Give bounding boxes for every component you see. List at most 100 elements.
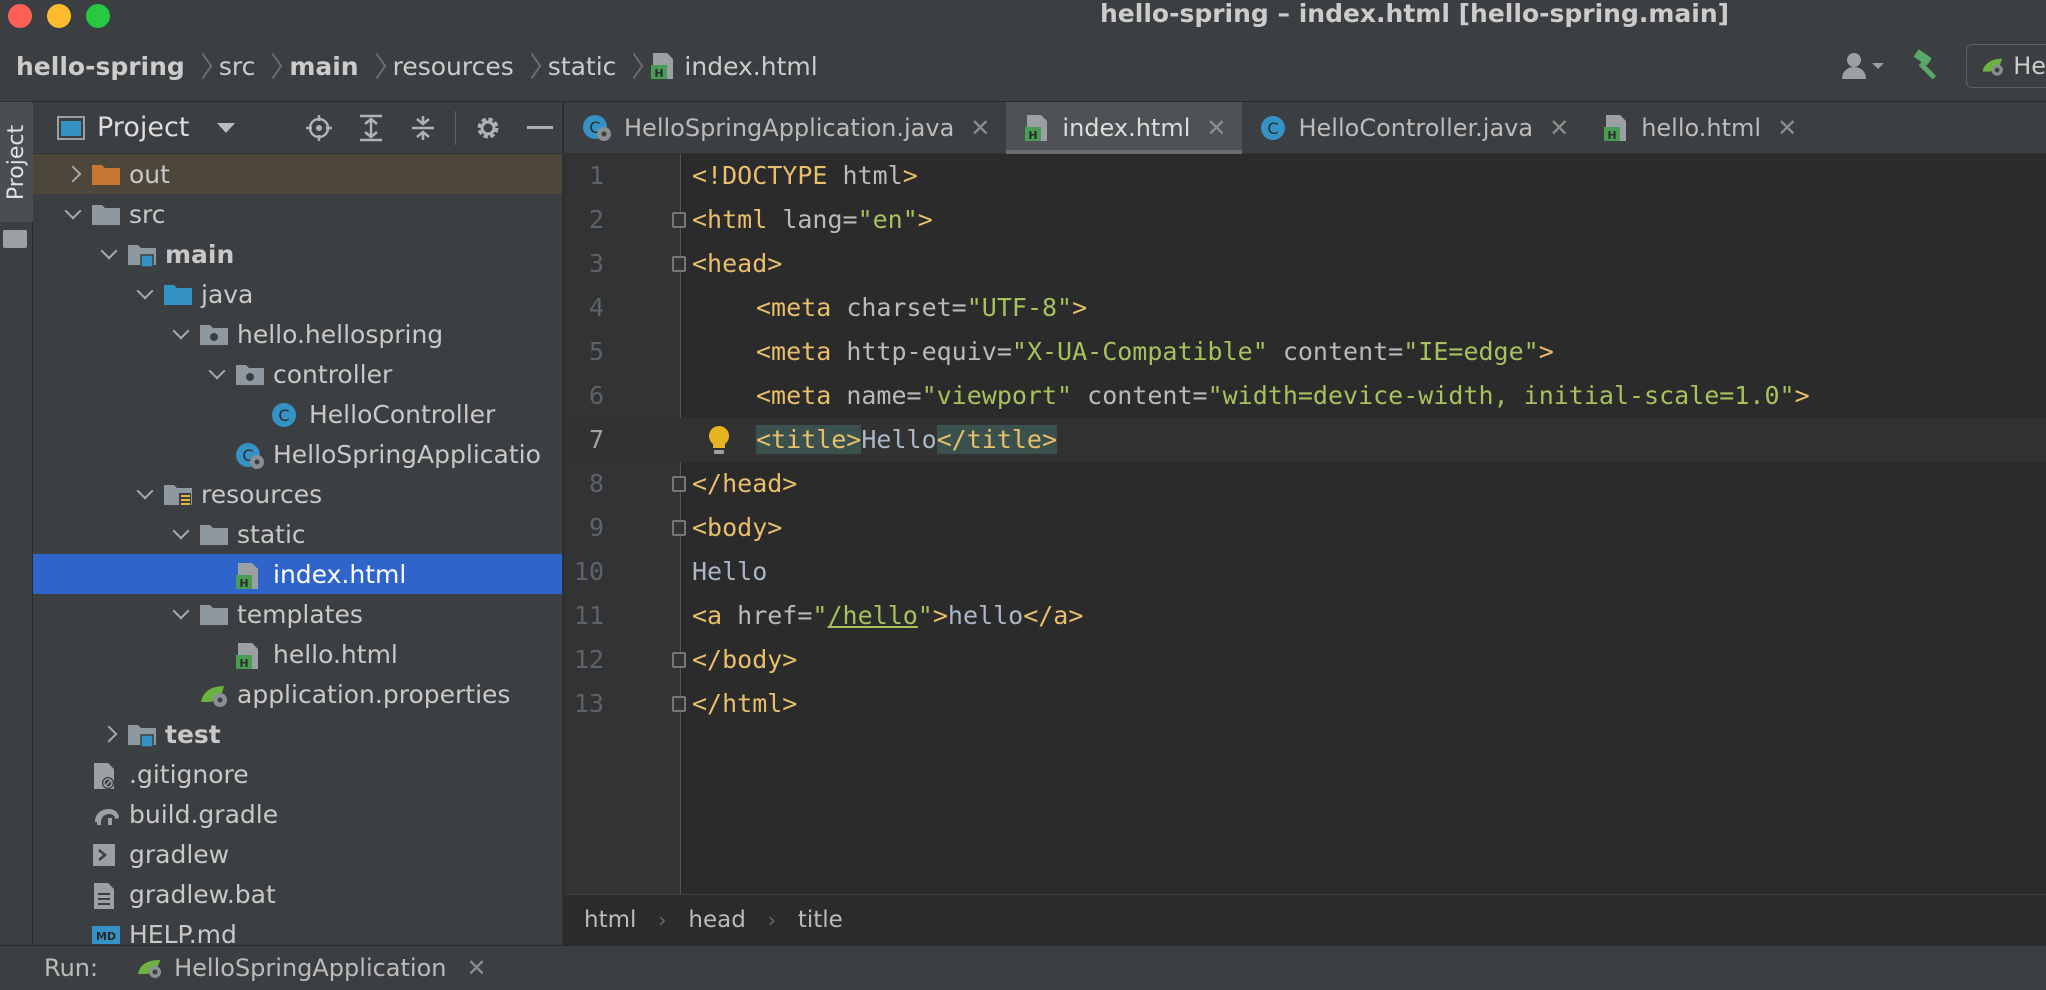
code-token: <meta <box>756 337 847 366</box>
tree-item-gradlew[interactable]: gradlew <box>33 834 562 874</box>
project-tool-window-tab[interactable]: Project <box>0 102 33 222</box>
code-line[interactable]: 10 Hello <box>564 550 2046 594</box>
minimize-window-button[interactable] <box>47 4 71 28</box>
close-icon[interactable]: ✕ <box>1777 114 1797 142</box>
breadcrumb-item[interactable]: hello-spring <box>16 52 185 81</box>
code-token: > <box>1072 293 1088 322</box>
tree-item-gradlew-bat[interactable]: gradlew.bat <box>33 874 562 914</box>
tree-item-templates[interactable]: templates <box>33 594 562 634</box>
gear-icon[interactable] <box>462 102 514 154</box>
tree-item-label: .gitignore <box>129 759 249 789</box>
run-configuration-label: He <box>2013 52 2046 80</box>
zoom-window-button[interactable] <box>86 4 110 28</box>
code-line[interactable]: 11 <a href="/hello">hello</a> <box>564 594 2046 638</box>
editor-breadcrumb-item[interactable]: head <box>688 907 745 933</box>
code-line[interactable]: 5 <meta http-equiv="X-UA-Compatible" cont… <box>564 330 2046 374</box>
build-hammer-icon[interactable] <box>1902 44 1954 88</box>
vcs-user-icon[interactable] <box>1838 44 1890 88</box>
tree-item-hello-html[interactable]: Hhello.html <box>33 634 562 676</box>
breadcrumb-item[interactable]: src <box>219 52 256 81</box>
fold-marker-icon[interactable] <box>672 520 686 536</box>
tree-item-hellospringapplicatio[interactable]: C HelloSpringApplicatio <box>33 434 562 474</box>
chevron-down-icon[interactable] <box>64 202 82 220</box>
chevron-right-icon[interactable] <box>100 725 118 743</box>
fold-marker-icon[interactable] <box>672 256 686 272</box>
tree-item-help-md[interactable]: MD HELP.md <box>33 914 562 945</box>
chevron-right-icon: › <box>658 908 667 932</box>
chevron-down-icon[interactable] <box>172 322 190 340</box>
chevron-down-icon[interactable] <box>100 242 118 260</box>
tab-index-html[interactable]: Hindex.html ✕ <box>1006 102 1243 155</box>
code-token: name= <box>846 381 922 410</box>
chevron-down-icon[interactable] <box>172 522 190 540</box>
breadcrumb-item[interactable]: main <box>289 52 358 81</box>
code-line[interactable]: 12 </body> <box>564 638 2046 682</box>
code-line[interactable]: 4 <meta charset="UTF-8"> <box>564 286 2046 330</box>
tree-item-label: application.properties <box>237 679 511 709</box>
close-icon[interactable]: ✕ <box>1549 114 1569 142</box>
code-line[interactable]: 9 <body> <box>564 506 2046 550</box>
close-icon[interactable]: ✕ <box>970 114 990 142</box>
tree-item-label: hello.hellospring <box>237 319 444 349</box>
run-tab[interactable]: HelloSpringApplication ✕ <box>136 954 487 982</box>
tree-item-main[interactable]: main <box>33 234 562 274</box>
tree-item-gitignore[interactable]: .gitignore <box>33 754 562 794</box>
collapse-all-icon[interactable] <box>397 102 449 154</box>
tree-item-application-properties[interactable]: application.properties <box>33 674 562 714</box>
tree-item-test[interactable]: test <box>33 714 562 754</box>
chevron-right-icon <box>195 54 207 78</box>
expand-all-icon[interactable] <box>345 102 397 154</box>
close-icon[interactable]: ✕ <box>467 954 487 982</box>
fold-marker-icon[interactable] <box>672 212 686 228</box>
code-line[interactable]: 1 <!DOCTYPE html> <box>564 154 2046 198</box>
code-line[interactable]: 2 <html lang="en"> <box>564 198 2046 242</box>
close-window-button[interactable] <box>8 4 32 28</box>
tree-item-hello-hellospring[interactable]: hello.hellospring <box>33 314 562 354</box>
chevron-down-icon[interactable] <box>136 482 154 500</box>
svg-text:H: H <box>239 577 248 590</box>
tree-item-out[interactable]: out <box>33 154 562 194</box>
code-token: Hello <box>692 557 768 586</box>
editor-tabs: C HelloSpringApplication.java ✕ Hindex.html… <box>564 102 2046 155</box>
html-file-icon: H <box>235 642 261 676</box>
code-line[interactable]: 8 </head> <box>564 462 2046 506</box>
chevron-down-icon[interactable] <box>136 282 154 300</box>
close-icon[interactable]: ✕ <box>1206 114 1226 142</box>
chevron-down-icon[interactable] <box>217 122 236 133</box>
code-line[interactable]: 13 </html> <box>564 682 2046 726</box>
code-line[interactable]: 6 <meta name="viewport" content="width=de… <box>564 374 2046 418</box>
locate-file-icon[interactable] <box>293 102 345 154</box>
tree-item-resources[interactable]: resources <box>33 474 562 514</box>
run-configuration-selector[interactable]: He <box>1966 44 2046 88</box>
fold-marker-icon[interactable] <box>672 652 686 668</box>
editor-breadcrumb-item[interactable]: title <box>798 907 843 933</box>
chevron-right-icon[interactable] <box>64 165 82 183</box>
tab-hellocontroller-java[interactable]: C HelloController.java ✕ <box>1242 102 1585 154</box>
code-line[interactable]: 7 <title>Hello</title> <box>564 418 2046 462</box>
editor-breadcrumb-item[interactable]: html <box>584 907 636 933</box>
tab-hello-html[interactable]: Hhello.html ✕ <box>1585 102 1813 154</box>
tree-item-src[interactable]: src <box>33 194 562 234</box>
fold-marker-icon[interactable] <box>672 476 686 492</box>
fold-marker-icon[interactable] <box>672 696 686 712</box>
hide-panel-icon[interactable] <box>514 102 562 154</box>
code-editor[interactable]: 1 <!DOCTYPE html> 2 <html lang="en"> 3 <head>… <box>564 154 2046 894</box>
tab-hellospringapplication-java[interactable]: C HelloSpringApplication.java ✕ <box>564 102 1006 154</box>
chevron-right-icon: › <box>767 908 776 932</box>
line-number: 13 <box>573 689 604 718</box>
tree-item-java[interactable]: java <box>33 274 562 314</box>
breadcrumb-item[interactable]: static <box>548 52 617 81</box>
code-text: <head> <box>692 242 782 286</box>
project-panel-title[interactable]: Project <box>97 112 189 143</box>
tree-item-static[interactable]: static <box>33 514 562 554</box>
code-line[interactable]: 3 <head> <box>564 242 2046 286</box>
tree-item-index-html[interactable]: Hindex.html <box>33 554 562 594</box>
chevron-down-icon[interactable] <box>208 362 226 380</box>
breadcrumb-item[interactable]: resources <box>393 52 514 81</box>
chevron-down-icon[interactable] <box>172 602 190 620</box>
line-number: 9 <box>588 513 604 542</box>
breadcrumb-item[interactable]: Hindex.html <box>650 52 818 81</box>
tree-item-build-gradle[interactable]: build.gradle <box>33 794 562 834</box>
tree-item-controller[interactable]: controller <box>33 354 562 394</box>
tree-item-hellocontroller[interactable]: C HelloController <box>33 394 562 434</box>
